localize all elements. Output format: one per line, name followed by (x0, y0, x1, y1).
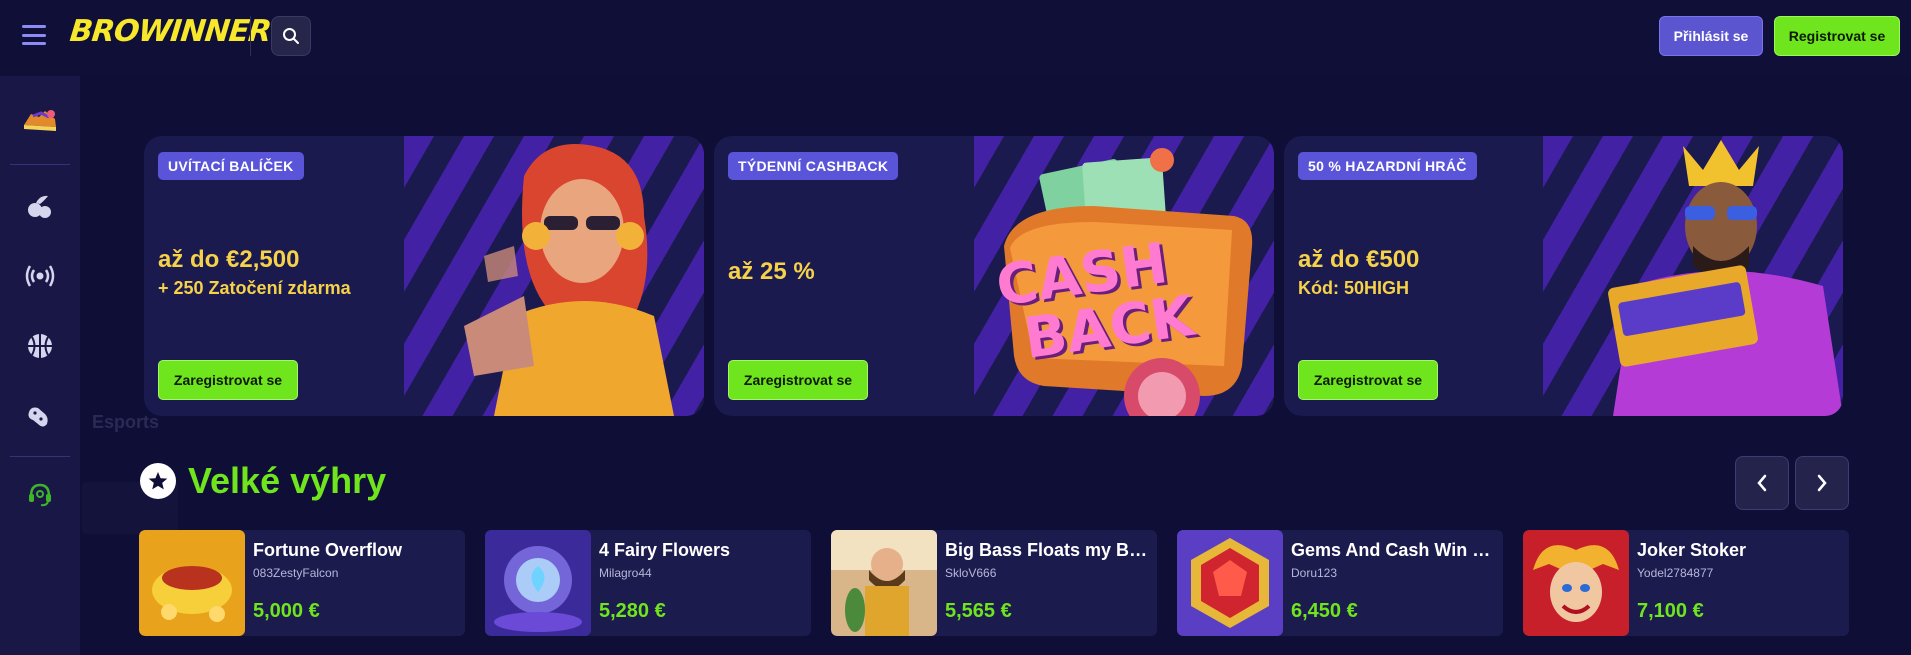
top-header: BROWINNER Přihlásit se Registrovat se (0, 0, 1911, 74)
promo-girl-illustration (464, 144, 674, 416)
win-amount: 5,565 € (945, 600, 1012, 622)
login-button[interactable]: Přihlásit se (1659, 16, 1763, 56)
fruits-icon (28, 195, 51, 218)
promo-banner-cashback[interactable]: CASH BACK TÝDENNÍ CASHBACK až 25 % Zareg… (714, 136, 1274, 416)
win-amount: 5,280 € (599, 600, 666, 622)
promo-subtitle: Kód: 50HIGH (1298, 278, 1410, 298)
promo-register-button[interactable]: Zaregistrovat se (728, 360, 868, 400)
sidebar-item-support[interactable] (20, 474, 60, 514)
carousel-prev-button[interactable] (1735, 456, 1789, 510)
big-win-card[interactable]: Fortune Overflow 083ZestyFalcon 5,000 € (139, 530, 465, 636)
win-game-name: Fortune Overflow (253, 540, 403, 560)
big-wins-header: Velké výhry (140, 460, 386, 502)
big-win-card[interactable]: 4 Fairy Flowers Milagro44 5,280 € (485, 530, 811, 636)
promo-banner-highroller[interactable]: 50 % HAZARDNÍ HRÁČ až do €500 Kód: 50HIG… (1284, 136, 1843, 416)
header-divider (250, 16, 251, 56)
big-win-card[interactable]: Gems And Cash Win Sp... Doru123 6,450 € (1177, 530, 1503, 636)
win-username: Milagro44 (599, 566, 652, 580)
win-game-name: 4 Fairy Flowers (599, 540, 731, 560)
chevron-right-icon (1817, 474, 1827, 492)
sidebar-separator (10, 456, 70, 457)
promo-register-button[interactable]: Zaregistrovat se (158, 360, 298, 400)
promo-tag: TÝDENNÍ CASHBACK (728, 152, 899, 180)
basketball-icon (28, 334, 52, 358)
game-thumbnail (485, 530, 591, 636)
star-icon (140, 463, 176, 499)
chevron-left-icon (1757, 474, 1767, 492)
promo-amount: až do €500 (1298, 246, 1420, 273)
sidebar-tooltip: Esports (92, 412, 160, 432)
win-game-name: Big Bass Floats my Boat (945, 540, 1151, 560)
search-button[interactable] (271, 16, 311, 56)
cashback-art-text: CASH BACK (992, 231, 1198, 372)
search-icon (283, 28, 299, 44)
win-username: SkloV666 (945, 566, 997, 580)
sidebar-item-esports[interactable] (20, 396, 60, 436)
win-game-name: Gems And Cash Win Sp... (1291, 540, 1497, 560)
win-username: Doru123 (1291, 566, 1338, 580)
gamepad-icon (28, 407, 48, 427)
win-amount: 7,100 € (1637, 600, 1704, 622)
live-broadcast-icon (25, 265, 55, 287)
promo-amount: až 25 % (728, 258, 815, 285)
sidebar (0, 76, 80, 655)
game-thumbnail (139, 530, 245, 636)
promo-amount: až do €2,500 (158, 246, 300, 273)
big-win-card[interactable]: Joker Stoker Yodel2784877 7,100 € (1523, 530, 1849, 636)
sidebar-item-live[interactable] (20, 256, 60, 296)
sidebar-item-sports[interactable] (20, 326, 60, 366)
headset-support-icon (29, 483, 51, 507)
promo-tag: UVÍTACÍ BALÍČEK (158, 152, 304, 180)
menu-icon[interactable] (22, 25, 46, 45)
brand-logo[interactable]: BROWINNER (68, 14, 272, 49)
win-game-name: Joker Stoker (1637, 540, 1747, 560)
sidebar-item-sneakers[interactable] (20, 100, 60, 140)
promo-tag: 50 % HAZARDNÍ HRÁČ (1298, 152, 1477, 180)
register-button[interactable]: Registrovat se (1774, 16, 1900, 56)
win-username: Yodel2784877 (1637, 566, 1714, 580)
promo-register-button[interactable]: Zaregistrovat se (1298, 360, 1438, 400)
sidebar-item-casino[interactable] (20, 186, 60, 226)
win-amount: 5,000 € (253, 600, 320, 622)
promo-banner-welcome[interactable]: UVÍTACÍ BALÍČEK až do €2,500 + 250 Zatoč… (144, 136, 704, 416)
game-thumbnail (1523, 530, 1629, 636)
game-thumbnail (831, 530, 937, 636)
section-title: Velké výhry (188, 460, 387, 501)
win-username: 083ZestyFalcon (253, 566, 339, 580)
win-amount: 6,450 € (1291, 600, 1358, 622)
sneaker-icon (24, 110, 56, 131)
sidebar-separator (10, 164, 70, 165)
game-thumbnail (1177, 530, 1283, 636)
promo-subtitle: + 250 Zatočení zdarma (158, 278, 351, 298)
king-chest-illustration (1608, 140, 1843, 416)
big-win-card[interactable]: Big Bass Floats my Boat SkloV666 5,565 € (831, 530, 1157, 636)
carousel-next-button[interactable] (1795, 456, 1849, 510)
